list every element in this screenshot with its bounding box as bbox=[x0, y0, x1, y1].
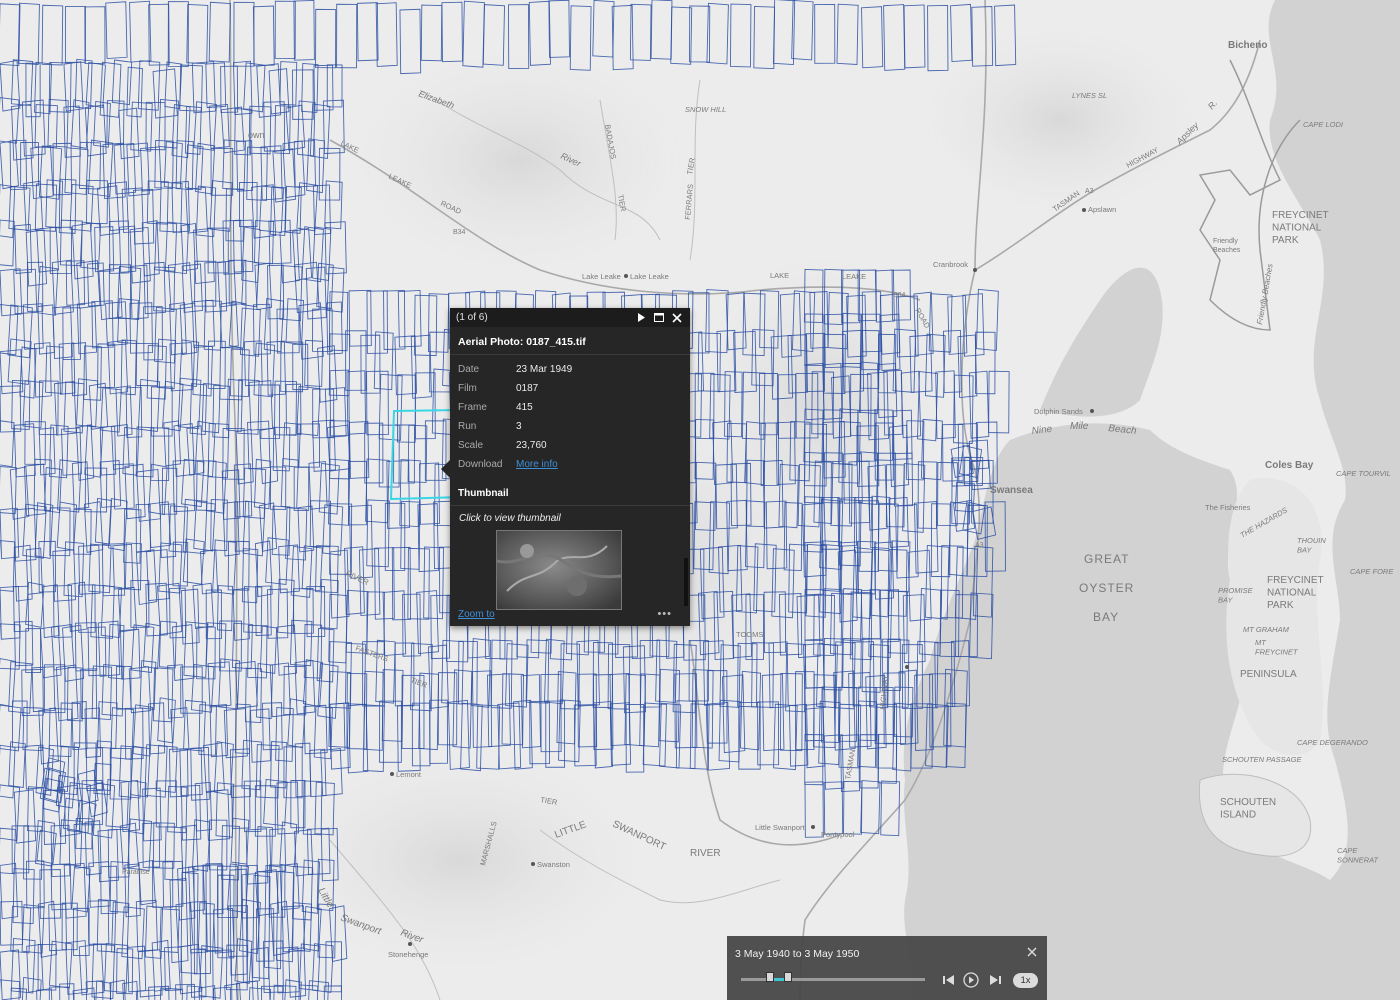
attr-value: 23 Mar 1949 bbox=[516, 364, 573, 375]
popup-header: (1 of 6) bbox=[450, 308, 690, 327]
popup-title: Aerial Photo: 0187_415.tif bbox=[450, 327, 690, 355]
dock-button[interactable] bbox=[652, 311, 666, 325]
attr-row-date: Date 23 Mar 1949 bbox=[458, 360, 572, 379]
attr-key: Film bbox=[458, 383, 477, 394]
attr-value: 23,760 bbox=[516, 440, 547, 451]
label-lake-leake2: Lake Leake bbox=[630, 272, 669, 281]
label-oyster: OYSTER bbox=[1079, 581, 1134, 595]
label-dolphin-sands: Dolphin Sands bbox=[1034, 407, 1083, 416]
label-bicheno: Bicheno bbox=[1228, 40, 1267, 51]
label-stonehenge: Stonehenge bbox=[388, 950, 428, 959]
label-great: GREAT bbox=[1084, 552, 1129, 566]
label-lake2: LAKE bbox=[770, 271, 789, 280]
label-lemont: Lemont bbox=[396, 770, 422, 779]
label-river2: RIVER bbox=[690, 848, 721, 859]
label-apslawn: Apslawn bbox=[1088, 205, 1116, 214]
label-lake-leake: Lake Leake bbox=[582, 272, 621, 281]
label-coles-bay: Coles Bay bbox=[1265, 460, 1314, 471]
label-b34b: B34 bbox=[893, 292, 906, 299]
label-cape-tourville: CAPE TOURVIL bbox=[1336, 469, 1391, 478]
attr-row-download: Download More info bbox=[458, 455, 572, 474]
label-mt-graham: MT GRAHAM bbox=[1243, 625, 1290, 634]
attr-value: 0187 bbox=[516, 383, 539, 394]
time-slider-end-handle[interactable] bbox=[784, 972, 792, 982]
label-a3a: A3 bbox=[1085, 188, 1094, 195]
time-range-label: 3 May 1940 to 3 May 1950 bbox=[735, 948, 860, 960]
label-snow-hill: SNOW HILL bbox=[685, 105, 726, 114]
playback-speed-button[interactable]: 1x bbox=[1013, 973, 1038, 988]
thumbnail-hint: Click to view thumbnail bbox=[459, 513, 561, 524]
label-leake2: LEAKE bbox=[842, 272, 866, 281]
label-cranbrook: Cranbrook bbox=[933, 260, 968, 269]
label-mile: Mile bbox=[1070, 421, 1089, 432]
close-icon bbox=[1027, 947, 1037, 957]
dock-icon bbox=[654, 313, 664, 322]
attr-row-run: Run 3 bbox=[458, 417, 572, 436]
next-icon bbox=[990, 975, 1001, 985]
label-bay: BAY bbox=[1093, 610, 1119, 624]
attr-row-frame: Frame 415 bbox=[458, 398, 572, 417]
label-tooms: TOOMS bbox=[736, 630, 763, 639]
label-cape-fore: CAPE FORE bbox=[1350, 567, 1394, 576]
close-icon bbox=[672, 312, 682, 323]
play-icon bbox=[963, 972, 979, 988]
thumbnail-image[interactable] bbox=[496, 530, 622, 610]
attr-row-scale: Scale 23,760 bbox=[458, 436, 572, 455]
label-peninsula: PENINSULA bbox=[1240, 669, 1297, 680]
close-time-slider-button[interactable] bbox=[1027, 945, 1037, 960]
previous-icon bbox=[943, 975, 954, 985]
attr-row-film: Film 0187 bbox=[458, 379, 572, 398]
feature-popup[interactable]: (1 of 6) Aerial Photo: 0187_415.tif Date… bbox=[441, 308, 690, 626]
aerial-thumbnail-graphic bbox=[497, 531, 621, 609]
label-swanston: Swanston bbox=[537, 860, 570, 869]
attribute-table: Date 23 Mar 1949 Film 0187 Frame 415 Run 3 S… bbox=[458, 360, 572, 474]
label-cape-lodi: CAPE LODI bbox=[1303, 120, 1343, 129]
time-slider-start-handle[interactable] bbox=[765, 972, 774, 982]
previous-button[interactable] bbox=[941, 972, 957, 988]
play-next-icon bbox=[638, 313, 645, 322]
label-paradise: Paradise bbox=[122, 869, 150, 876]
popup-scrollbar[interactable] bbox=[684, 558, 688, 606]
attr-key: Scale bbox=[458, 440, 484, 451]
label-swansea: Swansea bbox=[990, 485, 1033, 496]
label-nine: Nine bbox=[1031, 424, 1053, 437]
label-b34a: B34 bbox=[453, 229, 466, 236]
label-the-fisheries: The Fisheries bbox=[1205, 503, 1251, 512]
time-slider-track[interactable] bbox=[741, 972, 925, 982]
more-info-link[interactable]: More info bbox=[516, 459, 558, 470]
attr-key: Frame bbox=[458, 402, 487, 413]
zoom-to-link[interactable]: Zoom to bbox=[458, 609, 495, 620]
label-schouten-passage: SCHOUTEN PASSAGE bbox=[1222, 755, 1302, 764]
label-pontypool: Pontypool bbox=[821, 830, 855, 839]
time-slider[interactable]: 3 May 1940 to 3 May 1950 1x bbox=[727, 936, 1047, 1000]
label-little-swanport: Little Swanport bbox=[755, 823, 806, 832]
more-actions-button[interactable]: ••• bbox=[657, 608, 672, 620]
attr-value: 3 bbox=[516, 421, 522, 432]
label-lynes-sl: LYNES SL bbox=[1072, 91, 1107, 100]
next-feature-button[interactable] bbox=[634, 311, 648, 325]
label-town: own bbox=[248, 130, 265, 140]
map-canvas[interactable]: Bicheno Elizabeth River SNOW HILL BADAJO… bbox=[0, 0, 1400, 1000]
thumbnail-heading: Thumbnail bbox=[450, 480, 690, 506]
label-a3b: A3 bbox=[975, 542, 984, 549]
popup-pointer bbox=[441, 460, 450, 478]
attr-key: Date bbox=[458, 364, 480, 375]
close-popup-button[interactable] bbox=[670, 311, 684, 325]
feature-counter: (1 of 6) bbox=[456, 312, 488, 323]
attr-key: Download bbox=[458, 459, 503, 470]
label-cape-degerando: CAPE DEGERANDO bbox=[1297, 738, 1368, 747]
attr-key: Run bbox=[458, 421, 477, 432]
play-button[interactable] bbox=[963, 972, 979, 988]
label-friendly-beaches: Friendly Beaches bbox=[1213, 238, 1241, 254]
next-button[interactable] bbox=[987, 972, 1003, 988]
attr-value: 415 bbox=[516, 402, 533, 413]
